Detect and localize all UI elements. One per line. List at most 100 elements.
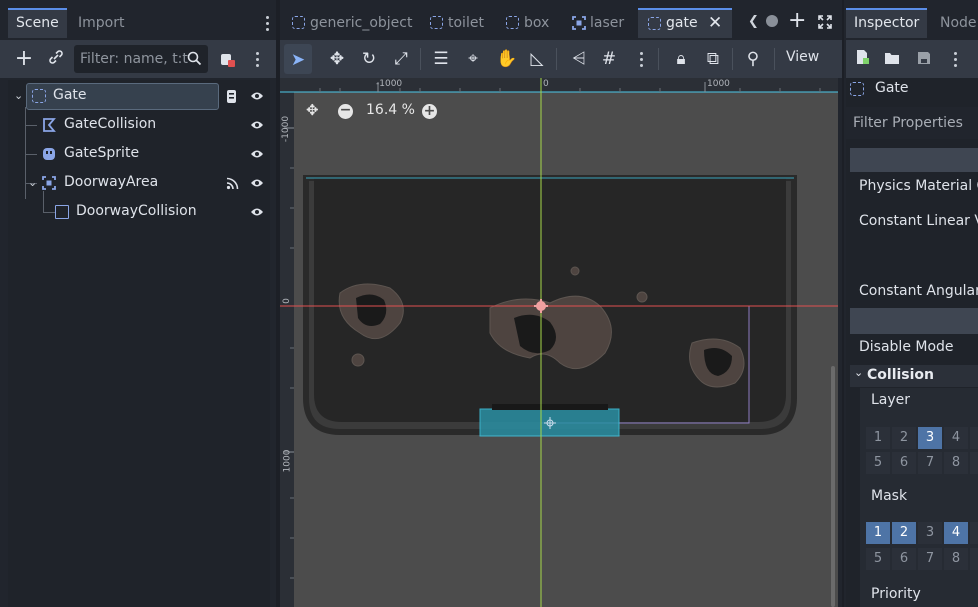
filter-properties-input[interactable]: Filter Properties [846, 107, 978, 139]
mask-bit[interactable]: 7 [918, 548, 942, 570]
collision-polygon-icon [42, 118, 56, 132]
tree-item-label: Gate [53, 87, 87, 103]
layer-bit[interactable]: 5 [866, 452, 890, 474]
tab-inspector[interactable]: Inspector [846, 8, 928, 38]
tree-item-doorwaycollision[interactable]: DoorwayCollision [8, 199, 270, 226]
instance-scene-icon[interactable] [46, 49, 66, 70]
mask-bit[interactable]: 8 [944, 548, 968, 570]
chevron-down-icon[interactable]: ⌄ [28, 176, 37, 189]
scene-tabs: generic_object toilet box laser gate ✕ ❮… [280, 8, 842, 38]
mask-bit[interactable]: 1 [866, 522, 890, 544]
tree-item-gatecollision[interactable]: GateCollision [8, 112, 270, 139]
area2d-icon [572, 16, 586, 30]
grid-snap-icon[interactable]: # [600, 49, 618, 69]
node2d-icon [850, 82, 864, 96]
tree-item-label: GateSprite [64, 145, 140, 161]
lock-icon[interactable]: 🔒︎ [672, 49, 690, 69]
visibility-icon[interactable] [250, 149, 264, 159]
section-collision[interactable]: ⌄ Collision [850, 365, 978, 387]
tab-generic-object[interactable]: generic_object [282, 8, 412, 38]
tab-import[interactable]: Import [70, 8, 132, 38]
view-menu-button[interactable]: View [786, 49, 819, 65]
add-scene-icon[interactable]: + [788, 8, 806, 33]
chevron-down-icon[interactable]: ⌄ [14, 89, 23, 102]
add-node-icon[interactable]: + [14, 48, 34, 70]
mask-bit[interactable]: 3 [918, 522, 942, 544]
list-select-icon[interactable]: ☰ [432, 49, 450, 69]
tab-toilet[interactable]: toilet [420, 8, 492, 38]
tree-item-gate[interactable]: ⌄ Gate [8, 83, 270, 110]
priority-label: Priority [871, 586, 921, 602]
ruler-left-label: 1000 [282, 449, 293, 473]
inspector-toolbar [846, 40, 978, 78]
visibility-icon[interactable] [250, 207, 264, 217]
script-icon[interactable] [226, 89, 238, 104]
save-icon[interactable] [916, 50, 932, 70]
new-resource-icon[interactable] [854, 49, 870, 70]
tree-item-label: GateCollision [64, 116, 157, 132]
property-value-field[interactable] [850, 308, 978, 334]
tab-scene[interactable]: Scene [8, 8, 67, 38]
object-name: Gate [875, 80, 909, 96]
mask-label: Mask [871, 488, 908, 504]
tree-item-label: DoorwayCollision [76, 203, 197, 219]
inspector-menu-icon[interactable] [954, 52, 958, 68]
scene-menu-icon[interactable] [256, 52, 260, 68]
tree-item-gatesprite[interactable]: GateSprite [8, 141, 270, 168]
layer-bit[interactable]: 2 [892, 427, 916, 449]
group-icon[interactable]: ⧉ [704, 49, 722, 69]
scene-tree: ⌄ Gate GateCollision GateSprite ⌄ Doorwa… [8, 80, 270, 607]
dock-menu-icon[interactable] [266, 16, 270, 32]
tab-node[interactable]: Node [932, 8, 978, 38]
zoom-level[interactable]: 16.4 % [366, 102, 415, 118]
mask-bit[interactable]: 4 [944, 522, 968, 544]
tree-item-doorwayarea[interactable]: ⌄ DoorwayArea [8, 170, 270, 197]
collision-shape-icon [55, 205, 69, 219]
move-tool-icon[interactable]: ✥ [328, 49, 346, 69]
snap-options-icon[interactable] [640, 52, 644, 68]
layer-bit[interactable]: 4 [944, 427, 968, 449]
attach-script-icon[interactable] [218, 51, 236, 73]
open-folder-icon[interactable] [884, 50, 900, 70]
zoom-out-icon[interactable]: − [338, 103, 353, 119]
bone-icon[interactable]: ⚲ [744, 49, 762, 69]
signals-icon[interactable] [226, 177, 239, 190]
area2d-icon [42, 176, 56, 190]
sprite-icon [42, 147, 56, 161]
mask-bit[interactable]: 5 [866, 548, 890, 570]
tab-laser[interactable]: laser [562, 8, 636, 38]
visibility-icon[interactable] [250, 120, 264, 130]
smart-snap-icon[interactable]: ⩤ [570, 49, 588, 69]
visibility-icon[interactable] [250, 91, 264, 101]
tab-gate[interactable]: gate ✕ [638, 8, 732, 38]
property-disable-mode: Disable Mode [859, 339, 954, 355]
tab-box[interactable]: box [496, 8, 558, 38]
scene-dock-tabs: Scene Import [0, 8, 276, 38]
tree-item-label: DoorwayArea [64, 174, 159, 190]
pan-tool-icon[interactable]: ✋ [496, 49, 517, 69]
distraction-free-icon[interactable] [818, 15, 832, 29]
select-tool-icon[interactable]: ➤ [290, 50, 306, 70]
layer-bit[interactable]: 7 [918, 452, 942, 474]
layer-bit[interactable]: 6 [892, 452, 916, 474]
pivot-tool-icon[interactable]: ⌖ [464, 49, 482, 69]
layer-bit[interactable]: 3 [918, 427, 942, 449]
mask-bit[interactable]: 2 [892, 522, 916, 544]
layer-bit[interactable]: 8 [944, 452, 968, 474]
resource-picker[interactable] [850, 148, 978, 172]
inspector-dock: Inspector Node Gate Filter Properties Ph… [844, 0, 978, 607]
scene-toolbar: + Filter: name, t:t [0, 40, 276, 78]
close-icon[interactable]: ✕ [708, 10, 722, 37]
rotate-tool-icon[interactable]: ↻ [360, 49, 378, 69]
canvas-viewport[interactable]: -1000 0 1000 -1000 0 1000 ✥ − 16.4 % + [280, 78, 838, 607]
mask-bit[interactable]: 6 [892, 548, 916, 570]
scroll-tabs-right-icon[interactable] [766, 15, 778, 27]
visibility-icon[interactable] [250, 178, 264, 188]
zoom-in-icon[interactable]: + [422, 104, 437, 119]
scroll-tabs-left-icon[interactable]: ❮ [748, 14, 759, 29]
center-view-icon[interactable]: ✥ [306, 102, 322, 118]
layer-bit[interactable]: 1 [866, 427, 890, 449]
ruler-left-label: -1000 [281, 115, 292, 143]
scale-tool-icon[interactable]: ⤢ [392, 49, 410, 69]
ruler-tool-icon[interactable]: ◺ [528, 49, 546, 69]
